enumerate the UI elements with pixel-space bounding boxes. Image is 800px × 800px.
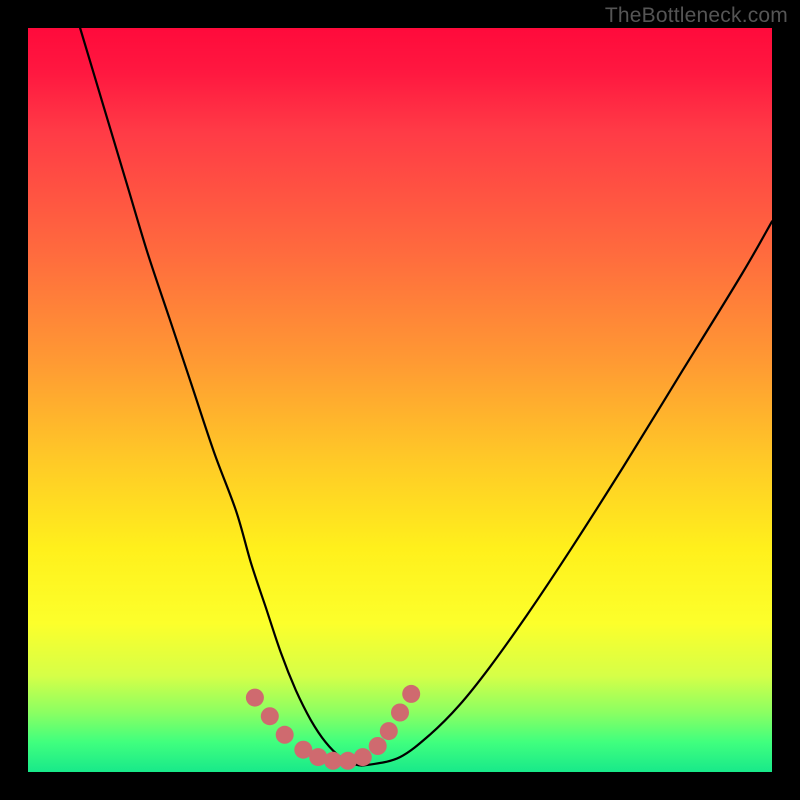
highlight-dot: [261, 707, 279, 725]
curve-layer: [28, 28, 772, 772]
highlight-dots: [246, 685, 420, 770]
watermark-text: TheBottleneck.com: [605, 4, 788, 28]
highlight-dot: [391, 704, 409, 722]
bottleneck-curve: [80, 28, 772, 766]
highlight-dot: [354, 748, 372, 766]
plot-area: [28, 28, 772, 772]
highlight-dot: [369, 737, 387, 755]
highlight-dot: [380, 722, 398, 740]
highlight-dot: [246, 689, 264, 707]
chart-frame: TheBottleneck.com: [0, 0, 800, 800]
highlight-dot: [402, 685, 420, 703]
highlight-dot: [276, 726, 294, 744]
